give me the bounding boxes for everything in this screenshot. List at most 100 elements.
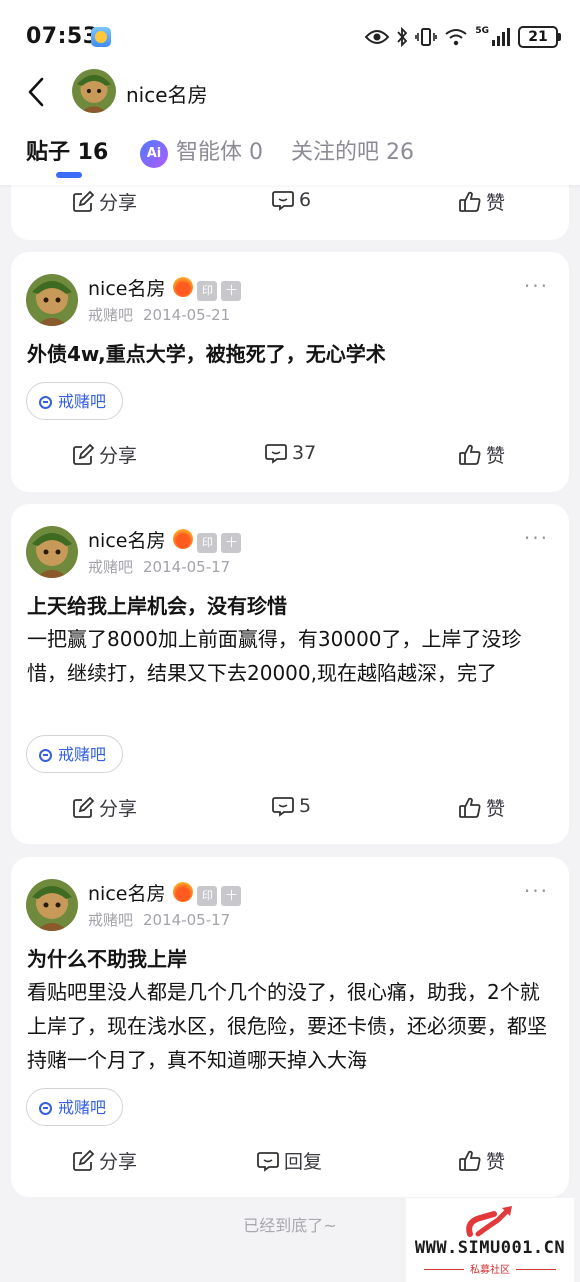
- tab-indicator: [56, 172, 82, 178]
- post-meta: 戒赌吧 2014-05-17: [88, 556, 230, 577]
- forum-tag[interactable]: 戒赌吧: [26, 735, 124, 773]
- back-arrow-icon[interactable]: [24, 76, 52, 108]
- share-button[interactable]: 分享: [71, 794, 137, 821]
- seal-badge: 印: [197, 281, 218, 301]
- share-label: 分享: [99, 798, 138, 820]
- post-meta: 戒赌吧 2014-05-17: [88, 909, 230, 930]
- bluetooth-icon: [397, 27, 408, 47]
- watermark-sub: 私募社区: [406, 1261, 574, 1276]
- thumbs-up-icon: [459, 797, 481, 818]
- like-button[interactable]: 赞: [458, 188, 505, 215]
- share-label: 分享: [99, 1151, 138, 1173]
- watermark-logo-icon: [466, 1206, 512, 1237]
- forum-tag[interactable]: 戒赌吧: [26, 1088, 124, 1126]
- share-button[interactable]: 分享: [71, 1147, 137, 1174]
- status-time: 07:53: [26, 24, 99, 49]
- post-date: 2014-05-17: [143, 558, 231, 576]
- watermark: WWW.SIMU001.CN 私募社区: [406, 1198, 574, 1282]
- like-button[interactable]: 赞: [458, 441, 505, 468]
- comment-icon: [265, 444, 287, 464]
- level-badge-icon: [173, 277, 194, 297]
- post-title: 为什么不助我上岸: [27, 947, 187, 971]
- thumbs-up-icon: [459, 1150, 481, 1171]
- plus-badge: 十: [221, 533, 242, 553]
- author-line: nice名房 印十: [88, 274, 242, 301]
- share-icon: [73, 796, 95, 818]
- seal-badge: 印: [197, 886, 218, 906]
- post-date: 2014-05-17: [143, 911, 231, 929]
- reply-button[interactable]: 回复: [256, 1147, 322, 1174]
- forum-tag-label: 戒赌吧: [58, 745, 107, 764]
- profile-header: nice名房: [0, 68, 580, 116]
- battery-indicator: 21: [518, 26, 561, 48]
- signal-icon: [492, 28, 510, 46]
- tab-agents[interactable]: Ai 智能体 0: [140, 134, 263, 168]
- like-button[interactable]: 赞: [458, 794, 505, 821]
- post-body: 看贴吧里没人都是几个几个的没了，很心痛，助我，2个就上岸了，现在浅水区，很危险，…: [27, 980, 547, 1072]
- network-label: 5G: [475, 26, 489, 36]
- plus-badge: 十: [221, 281, 242, 301]
- more-options-icon[interactable]: ···: [524, 274, 549, 298]
- share-button[interactable]: 分享: [71, 188, 137, 215]
- more-options-icon[interactable]: ···: [524, 526, 549, 550]
- author-name: nice名房: [88, 278, 166, 300]
- forum-tag-label: 戒赌吧: [58, 1098, 107, 1117]
- share-button[interactable]: 分享: [71, 441, 137, 468]
- avatar[interactable]: [26, 526, 78, 578]
- share-icon: [73, 1149, 95, 1171]
- avatar[interactable]: [72, 69, 116, 113]
- forum-name: 戒赌吧: [88, 911, 134, 929]
- weather-icon: [91, 27, 111, 47]
- post-date: 2014-05-21: [143, 306, 231, 324]
- plus-badge: 十: [221, 886, 242, 906]
- status-bar: 07:53 5G 21: [0, 0, 580, 72]
- author-line: nice名房 印十: [88, 526, 242, 553]
- comment-icon: [257, 1151, 279, 1172]
- author-line: nice名房 印十: [88, 879, 242, 906]
- like-label: 赞: [486, 1151, 506, 1173]
- like-label: 赞: [486, 445, 506, 467]
- comment-button[interactable]: 5: [271, 794, 311, 818]
- comment-button[interactable]: 37: [264, 441, 316, 465]
- post-card[interactable]: nice名房 印十 戒赌吧 2014-05-21 ··· 外债4w,重点大学，被拖死…: [11, 252, 569, 492]
- more-options-icon[interactable]: ···: [524, 879, 549, 903]
- thumbs-up-icon: [459, 191, 481, 212]
- tab-posts[interactable]: 贴子 16: [26, 134, 108, 166]
- avatar[interactable]: [26, 879, 78, 931]
- avatar[interactable]: [26, 274, 78, 326]
- status-icons: 5G 21: [365, 24, 561, 50]
- like-button[interactable]: 赞: [458, 1147, 505, 1174]
- forum-tag[interactable]: 戒赌吧: [26, 382, 124, 420]
- share-icon: [73, 190, 95, 212]
- comment-count: 6: [299, 189, 312, 211]
- profile-tabs: 贴子 16 Ai 智能体 0 关注的吧 26: [0, 130, 580, 180]
- post-title: 外债4w,重点大学，被拖死了，无心学术: [27, 342, 386, 366]
- top-bar: 07:53 5G 21 nice名房 贴子 16 Ai 智能体 0 关注的吧 26: [0, 0, 580, 185]
- comment-count: 5: [299, 795, 312, 817]
- share-label: 分享: [99, 192, 138, 214]
- level-badge-icon: [173, 529, 194, 549]
- thumbs-up-icon: [459, 444, 481, 465]
- post-body: 一把赢了8000加上前面赢得，有30000了，上岸了没珍惜，继续打，结果又下去2…: [27, 627, 522, 685]
- post-card[interactable]: nice名房 印十 戒赌吧 2014-05-17 ··· 上天给我上岸机会，没有珍惜…: [11, 504, 569, 844]
- tab-followed-forums[interactable]: 关注的吧 26: [291, 134, 414, 166]
- reply-label: 回复: [284, 1151, 323, 1173]
- forum-tag-icon: [39, 1102, 52, 1115]
- post-title: 上天给我上岸机会，没有珍惜: [27, 594, 287, 618]
- comment-button[interactable]: 6: [271, 188, 311, 212]
- tab-agents-label: 智能体 0: [176, 140, 263, 165]
- ai-icon: Ai: [140, 140, 168, 168]
- forum-tag-icon: [39, 749, 52, 762]
- header-username: nice名房: [126, 83, 208, 107]
- forum-name: 戒赌吧: [88, 306, 134, 324]
- post-card[interactable]: nice名房 印十 戒赌吧 2014-05-17 ··· 为什么不助我上岸 看贴吧里…: [11, 857, 569, 1197]
- author-name: nice名房: [88, 883, 166, 905]
- comment-count: 37: [292, 442, 317, 464]
- wifi-icon: [445, 29, 467, 46]
- vibrate-icon: [415, 28, 438, 46]
- forum-name: 戒赌吧: [88, 558, 134, 576]
- forum-tag-icon: [39, 396, 52, 409]
- watermark-site: WWW.SIMU001.CN: [414, 1238, 566, 1258]
- level-badge-icon: [173, 882, 194, 902]
- forum-tag-label: 戒赌吧: [58, 392, 107, 411]
